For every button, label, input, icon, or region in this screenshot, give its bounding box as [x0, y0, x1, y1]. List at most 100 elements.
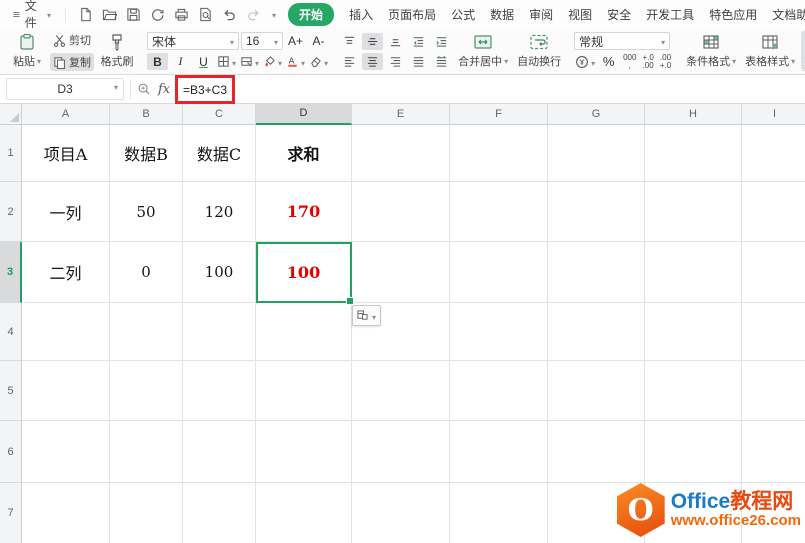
tab-formulas[interactable]: 公式 — [451, 6, 475, 23]
cell-f7[interactable] — [450, 483, 548, 543]
cell-c2[interactable]: 120 — [183, 182, 256, 242]
cell-h1[interactable] — [645, 125, 742, 182]
cell-b1[interactable]: 数据B — [110, 125, 183, 182]
cell-f1[interactable] — [450, 125, 548, 182]
cell-i2[interactable] — [742, 182, 805, 242]
quick-access-more-icon[interactable] — [270, 7, 276, 21]
column-header-b[interactable]: B — [110, 103, 183, 125]
wrap-text-button[interactable]: 自动换行 — [514, 31, 564, 71]
cell-b2[interactable]: 50 — [110, 182, 183, 242]
column-header-h[interactable]: H — [645, 103, 742, 125]
cell-e7[interactable] — [352, 483, 450, 543]
font-family-select[interactable]: 宋体 — [147, 32, 239, 50]
fill-options-button[interactable] — [352, 305, 381, 326]
align-right-button[interactable] — [385, 53, 406, 70]
cell-e5[interactable] — [352, 361, 450, 421]
copy-button[interactable]: 复制 — [50, 53, 94, 71]
open-folder-icon[interactable] — [102, 7, 118, 22]
table-style-button[interactable]: 表格样式 — [742, 31, 798, 71]
cut-button[interactable]: 剪切 — [50, 31, 94, 49]
cell-a3[interactable]: 二列 — [22, 242, 110, 303]
cell-e6[interactable] — [352, 421, 450, 483]
align-bottom-button[interactable] — [385, 33, 406, 50]
cell-f2[interactable] — [450, 182, 548, 242]
cell-a1[interactable]: 项目A — [22, 125, 110, 182]
export-pdf-icon[interactable] — [150, 7, 165, 22]
cell-c1[interactable]: 数据C — [183, 125, 256, 182]
row-header-2[interactable]: 2 — [0, 182, 22, 242]
cell-c7[interactable] — [183, 483, 256, 543]
column-header-a[interactable]: A — [22, 103, 110, 125]
cell-a4[interactable] — [22, 303, 110, 361]
cell-d5[interactable] — [256, 361, 352, 421]
cell-f4[interactable] — [450, 303, 548, 361]
undo-icon[interactable] — [222, 7, 237, 22]
new-document-icon[interactable] — [78, 7, 93, 22]
row-header-5[interactable]: 5 — [0, 361, 22, 421]
cell-a7[interactable] — [22, 483, 110, 543]
merge-center-button[interactable]: 合并居中 — [455, 31, 511, 71]
column-header-e[interactable]: E — [352, 103, 450, 125]
tab-view[interactable]: 视图 — [568, 6, 592, 23]
conditional-format-button[interactable]: 条件格式 — [683, 31, 739, 71]
distributed-button[interactable] — [431, 53, 452, 70]
cell-h2[interactable] — [645, 182, 742, 242]
cell-d1[interactable]: 求和 — [256, 125, 352, 182]
redo-icon[interactable] — [246, 7, 261, 22]
column-header-c[interactable]: C — [183, 103, 256, 125]
print-preview-icon[interactable] — [198, 7, 213, 22]
cell-c5[interactable] — [183, 361, 256, 421]
column-header-g[interactable]: G — [548, 103, 645, 125]
formula-input[interactable]: =B3+C3 — [183, 83, 227, 97]
cell-b6[interactable] — [110, 421, 183, 483]
comma-format-button[interactable]: 000 , — [621, 53, 638, 70]
cell-i4[interactable] — [742, 303, 805, 361]
increase-decimal-button[interactable]: +.0 .00 — [640, 53, 655, 70]
percent-format-button[interactable]: % — [598, 53, 619, 70]
increase-indent-button[interactable] — [431, 33, 452, 50]
tab-page-layout[interactable]: 页面布局 — [388, 6, 436, 23]
align-middle-button[interactable] — [362, 32, 384, 50]
cell-e2[interactable] — [352, 182, 450, 242]
cell-f6[interactable] — [450, 421, 548, 483]
tab-home[interactable]: 开始 — [288, 2, 335, 26]
tab-dev-tools[interactable]: 开发工具 — [646, 6, 694, 23]
bold-button[interactable]: B — [147, 53, 168, 70]
print-icon[interactable] — [174, 7, 189, 22]
cell-c6[interactable] — [183, 421, 256, 483]
italic-button[interactable]: I — [170, 53, 191, 70]
cell-d3-selected[interactable]: 100 — [256, 242, 352, 303]
cell-g3[interactable] — [548, 242, 645, 303]
number-format-select[interactable]: 常规 — [574, 32, 671, 50]
tab-doc-assistant[interactable]: 文档助手 — [772, 6, 805, 23]
select-all-corner[interactable] — [0, 103, 22, 125]
zoom-formula-icon[interactable] — [137, 82, 152, 97]
cell-g2[interactable] — [548, 182, 645, 242]
increase-font-button[interactable]: A+ — [285, 33, 306, 50]
cell-i3[interactable] — [742, 242, 805, 303]
save-icon[interactable] — [126, 7, 141, 22]
cell-b7[interactable] — [110, 483, 183, 543]
column-header-f[interactable]: F — [450, 103, 548, 125]
row-header-6[interactable]: 6 — [0, 421, 22, 483]
currency-format-button[interactable] — [574, 53, 596, 70]
cell-i6[interactable] — [742, 421, 805, 483]
align-top-button[interactable] — [339, 33, 360, 50]
font-size-select[interactable]: 16 — [241, 32, 283, 50]
cell-h5[interactable] — [645, 361, 742, 421]
cell-i5[interactable] — [742, 361, 805, 421]
cell-f5[interactable] — [450, 361, 548, 421]
paste-button[interactable]: 粘贴 — [7, 31, 47, 71]
cell-e3[interactable] — [352, 242, 450, 303]
cell-d2[interactable]: 170 — [256, 182, 352, 242]
justify-button[interactable] — [408, 53, 429, 70]
cell-e1[interactable] — [352, 125, 450, 182]
cell-g5[interactable] — [548, 361, 645, 421]
column-header-i[interactable]: I — [742, 103, 805, 125]
cell-a5[interactable] — [22, 361, 110, 421]
doc-assistant-button[interactable]: 文档助手 — [801, 31, 805, 71]
decrease-indent-button[interactable] — [408, 33, 429, 50]
cell-c4[interactable] — [183, 303, 256, 361]
cell-b3[interactable]: 0 — [110, 242, 183, 303]
cell-h3[interactable] — [645, 242, 742, 303]
